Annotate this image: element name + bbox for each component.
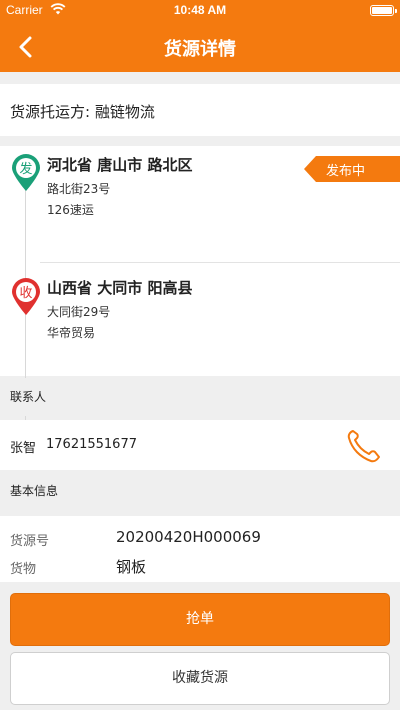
grab-order-button[interactable]: 抢单 — [10, 593, 390, 646]
origin-address: 河北省 唐山市 路北区 路北街23号 126速运 — [47, 154, 192, 218]
destination-pin-icon: 收 — [12, 278, 40, 315]
destination-address: 山西省 大同市 阳高县 大同街29号 华帝贸易 — [47, 277, 192, 341]
info-label: 货物 — [10, 562, 37, 577]
origin-region: 河北省 唐山市 路北区 — [47, 156, 193, 174]
phone-call-icon[interactable] — [344, 427, 384, 465]
route-card: 发 河北省 唐山市 路北区 路北街23号 126速运 发布中 收 山西省 大同市… — [0, 146, 400, 420]
battery-icon — [370, 5, 397, 16]
origin-pin-label: 发 — [19, 161, 32, 177]
contact-row: 张智 17621551677 — [0, 420, 400, 470]
page-title: 货源详情 — [164, 39, 236, 60]
contact-section-title: 联系人 — [10, 390, 47, 404]
destination-region: 山西省 大同市 阳高县 — [47, 279, 193, 297]
contact-section-header: 联系人 — [0, 378, 400, 416]
info-value: 20200420H000069 — [116, 528, 261, 546]
origin-street: 路北街23号 — [47, 182, 111, 196]
contact-phone: 17621551677 — [46, 437, 137, 452]
basic-info-section-title: 基本信息 — [10, 484, 59, 498]
basic-info-section-header: 基本信息 — [0, 472, 400, 510]
origin-pin-icon: 发 — [12, 154, 40, 191]
status-bar: Carrier 10:48 AM — [0, 0, 400, 22]
status-badge-label: 发布中 — [326, 164, 366, 179]
clock: 10:48 AM — [173, 3, 227, 17]
favorite-cargo-button[interactable]: 收藏货源 — [10, 652, 390, 705]
info-row-cargo-id: 货源号 20200420H000069 — [0, 524, 400, 552]
info-label: 货源号 — [10, 534, 50, 549]
contact-name: 张智 — [10, 441, 37, 456]
origin-company: 126速运 — [47, 203, 94, 217]
info-row-goods: 货物 钢板 — [0, 552, 400, 580]
info-value: 钢板 — [116, 558, 147, 576]
status-badge: 发布中 — [304, 156, 400, 182]
nav-bar: 货源详情 — [0, 22, 400, 72]
basic-info-list: 货源号 20200420H000069 货物 钢板 — [0, 516, 400, 582]
destination-pin-label: 收 — [19, 286, 32, 301]
destination-street: 大同街29号 — [47, 305, 111, 319]
shipper-row: 货源托运方: 融链物流 — [0, 84, 400, 136]
shipper-label: 货源托运方: 融链物流 — [10, 103, 155, 121]
route-divider — [40, 262, 400, 263]
destination-company: 华帝贸易 — [47, 326, 96, 340]
